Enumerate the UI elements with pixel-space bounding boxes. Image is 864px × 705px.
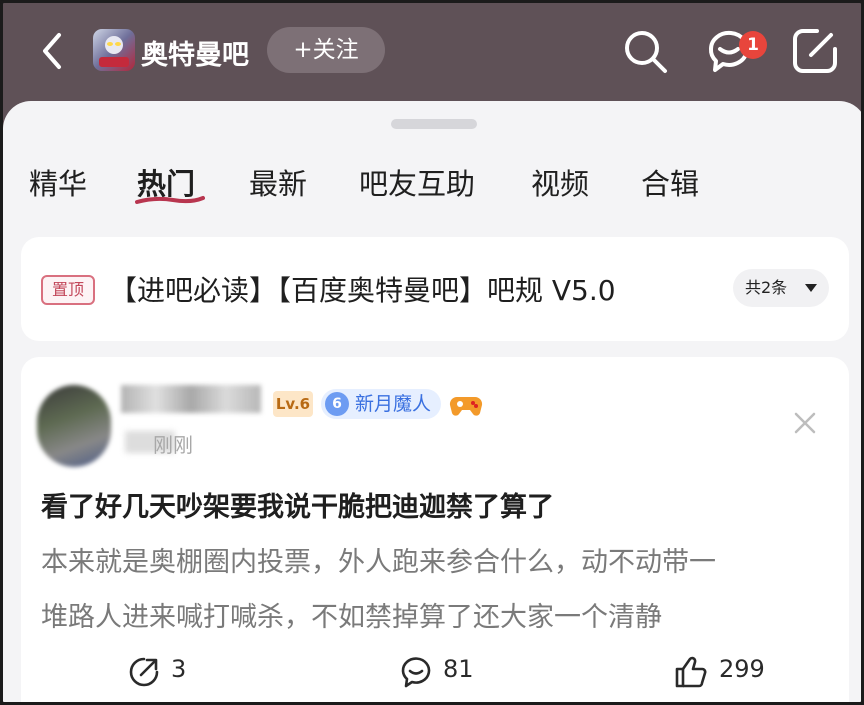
forum-header: 奥特曼吧 +关注 1	[3, 3, 861, 101]
back-button[interactable]	[33, 29, 73, 73]
post-time: 刚刚	[153, 433, 193, 457]
forum-name[interactable]: 奥特曼吧	[141, 33, 249, 72]
like-count: 299	[719, 655, 765, 683]
pinned-count-label: 共2条	[745, 278, 788, 297]
level-badge: Lv.6	[273, 391, 313, 417]
tab-collection[interactable]: 合辑	[641, 161, 699, 203]
post-body[interactable]: 本来就是奥棚圈内投票，外人跑来参合什么，动不动带一 堆路人进来喊打喊杀，不如禁掉…	[41, 535, 841, 645]
forum-avatar-image	[99, 36, 129, 67]
content-sheet: 精华 热门 最新 吧友互助 视频 合辑 置顶 【进吧必读】【百度奥特曼吧】吧规 …	[3, 101, 861, 702]
drag-handle[interactable]	[391, 119, 477, 129]
title-level-number: 6	[325, 392, 349, 416]
close-icon[interactable]	[791, 409, 819, 437]
tab-featured[interactable]: 精华	[29, 161, 87, 203]
member-title-badge: 6 新月魔人	[321, 389, 442, 419]
username-blurred[interactable]	[121, 385, 261, 413]
title-badge-label: 新月魔人	[355, 393, 432, 415]
post-title[interactable]: 看了好几天吵架要我说干脆把迪迦禁了算了	[41, 485, 554, 524]
forum-avatar[interactable]	[93, 29, 135, 71]
comment-icon	[401, 657, 431, 688]
comment-button[interactable]: 81	[399, 651, 499, 691]
chevron-left-icon	[43, 33, 61, 69]
pinned-tag: 置顶	[41, 275, 95, 305]
post-body-line: 本来就是奥棚圈内投票，外人跑来参合什么，动不动带一	[41, 547, 716, 578]
share-icon	[129, 657, 159, 687]
gamepad-icon	[449, 396, 483, 416]
active-tab-underline	[135, 196, 205, 204]
post-body-line: 堆路人进来喊打喊杀，不如禁掉算了还大家一个清静	[41, 602, 662, 633]
tab-latest[interactable]: 最新	[249, 161, 307, 203]
search-icon	[625, 31, 667, 73]
follow-button[interactable]: +关注	[267, 27, 385, 73]
share-count: 3	[171, 655, 187, 683]
pinned-count-dropdown[interactable]: 共2条	[733, 269, 829, 307]
share-button[interactable]: 3	[127, 651, 207, 691]
avatar[interactable]	[37, 385, 111, 467]
thumbs-up-icon	[675, 656, 707, 688]
tab-video[interactable]: 视频	[531, 161, 589, 203]
tab-help[interactable]: 吧友互助	[359, 161, 475, 203]
caret-down-icon	[805, 284, 817, 292]
pinned-post[interactable]: 置顶 【进吧必读】【百度奥特曼吧】吧规 V5.0 共2条	[21, 237, 849, 341]
post-actions: 3 81 299	[21, 651, 849, 691]
like-button[interactable]: 299	[673, 651, 793, 691]
tab-bar: 精华 热门 最新 吧友互助 视频 合辑	[3, 161, 861, 211]
post-card[interactable]: Lv.6 6 新月魔人 刚刚 看了好几天吵架要我说干脆把迪迦禁了算了 本来就是奥…	[21, 357, 849, 702]
comment-count: 81	[443, 655, 474, 683]
compose-button[interactable]	[789, 25, 841, 77]
unread-badge: 1	[739, 31, 767, 59]
app-screen: 奥特曼吧 +关注 1 精华 热门 最新 吧友互助 视频 合辑 置顶 【进吧必读】…	[0, 0, 864, 705]
pinned-title[interactable]: 【进吧必读】【百度奥特曼吧】吧规 V5.0	[109, 269, 616, 309]
search-button[interactable]	[619, 25, 671, 77]
edit-icon	[793, 29, 837, 73]
